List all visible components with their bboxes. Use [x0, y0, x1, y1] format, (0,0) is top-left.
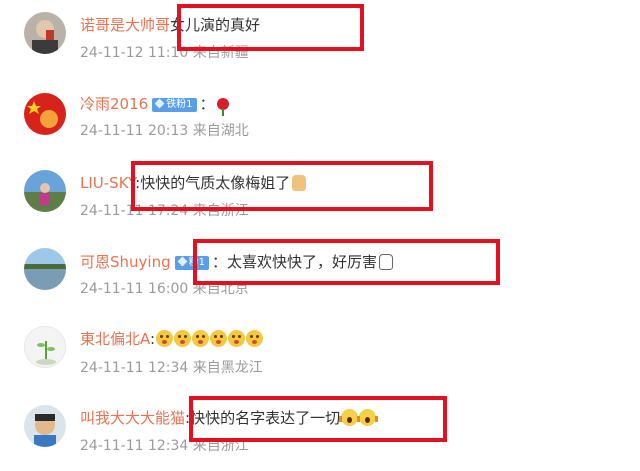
user-avatar-icon	[24, 170, 66, 212]
thumbs-up-white-icon	[379, 254, 393, 270]
comment-line: LIU-SKY:快快的气质太像梅姐了	[80, 173, 307, 193]
user-avatar-icon	[24, 12, 66, 54]
comment-meta: 24-11-11 17:24 来自浙江	[80, 202, 249, 220]
comment-time: 24-11-12 11:10	[80, 45, 189, 61]
comment-line: 東北偏北A:	[80, 329, 264, 349]
comment-location: 来自湖北	[192, 123, 249, 139]
user-avatar[interactable]	[24, 12, 66, 54]
blush-face-icon	[246, 330, 264, 347]
comment-item: 诺哥是大帅哥女儿演的真好 24-11-12 11:10 来自新疆	[0, 0, 640, 78]
blush-face-icon	[192, 330, 210, 347]
fan-badge: 铁粉1	[152, 98, 197, 112]
comment-text: 女儿演的真好	[170, 16, 261, 34]
comment-location: 来自浙江	[192, 203, 249, 219]
username-link[interactable]: 東北偏北A	[80, 330, 150, 348]
comment-time: 24-11-11 12:34	[80, 360, 189, 376]
user-avatar[interactable]	[24, 170, 66, 212]
user-avatar-icon	[24, 248, 66, 290]
comment-line: 冷雨2016 铁粉1：	[80, 94, 229, 116]
comment-item: 東北偏北A: 24-11-11 12:34 来自黑龙江	[0, 315, 640, 393]
comment-time: 24-11-11 16:00	[80, 281, 189, 297]
blush-face-icon	[210, 330, 228, 347]
comment-location: 来自黑龙江	[192, 360, 263, 376]
comment-meta: 24-11-11 20:13 来自湖北	[80, 122, 249, 140]
comment-meta: 24-11-11 16:00 来自北京	[80, 280, 249, 298]
comment-line: 可恩Shuying 粉1 ：太喜欢快快了，好厉害	[80, 252, 393, 272]
blush-face-icon	[228, 330, 246, 347]
blush-face-icon	[174, 330, 192, 347]
comment-time: 24-11-11 17:24	[80, 203, 189, 219]
username-link[interactable]: LIU-SKY	[80, 174, 135, 192]
comment-location: 来自浙江	[192, 438, 249, 454]
user-avatar[interactable]	[24, 93, 66, 135]
comment-location: 来自新疆	[192, 45, 249, 61]
comment-line: 诺哥是大帅哥女儿演的真好	[80, 15, 260, 35]
comment-item: 叫我大大大能猫:快快的名字表达了一切 24-11-11 12:34 来自浙江	[0, 393, 640, 471]
scream-face-icon	[339, 409, 361, 426]
comment-item: 冷雨2016 铁粉1： 24-11-11 20:13 来自湖北	[0, 79, 640, 157]
user-avatar-icon	[25, 327, 65, 367]
comment-item: LIU-SKY:快快的气质太像梅姐了 24-11-11 17:24 来自浙江	[0, 158, 640, 236]
comment-text: 快快的名字表达了一切	[190, 409, 341, 427]
comment-time: 24-11-11 12:34	[80, 438, 189, 454]
user-avatar[interactable]	[24, 248, 66, 290]
user-avatar[interactable]	[24, 405, 66, 447]
comment-meta: 24-11-11 12:34 来自黑龙江	[80, 359, 263, 377]
user-avatar-icon	[24, 405, 66, 447]
thumbs-up-icon	[292, 175, 307, 191]
rose-icon	[216, 98, 229, 116]
comment-line: 叫我大大大能猫:快快的名字表达了一切	[80, 408, 379, 428]
user-avatar-icon	[24, 93, 66, 135]
comment-item: 可恩Shuying 粉1 ：太喜欢快快了，好厉害 24-11-11 16:00 来自…	[0, 236, 640, 314]
scream-face-icon	[357, 409, 379, 426]
comment-meta: 24-11-12 11:10 来自新疆	[80, 44, 249, 62]
fan-badge: 粉1	[174, 256, 209, 270]
username-link[interactable]: 诺哥是大帅哥	[80, 16, 170, 34]
comment-text: ：太喜欢快快了，好厉害	[211, 253, 377, 271]
username-link[interactable]: 可恩Shuying	[80, 253, 171, 271]
user-avatar[interactable]	[24, 326, 66, 368]
comment-text: ：	[199, 95, 215, 113]
comment-meta: 24-11-11 12:34 来自浙江	[80, 437, 249, 455]
diamond-icon	[154, 98, 165, 109]
username-link[interactable]: 冷雨2016	[80, 95, 148, 113]
diamond-icon	[177, 256, 188, 267]
comment-time: 24-11-11 20:13	[80, 123, 189, 139]
comment-text: 快快的气质太像梅姐了	[140, 174, 291, 192]
blush-face-icon	[156, 330, 174, 347]
username-link[interactable]: 叫我大大大能猫	[80, 409, 185, 427]
comment-location: 来自北京	[192, 281, 249, 297]
